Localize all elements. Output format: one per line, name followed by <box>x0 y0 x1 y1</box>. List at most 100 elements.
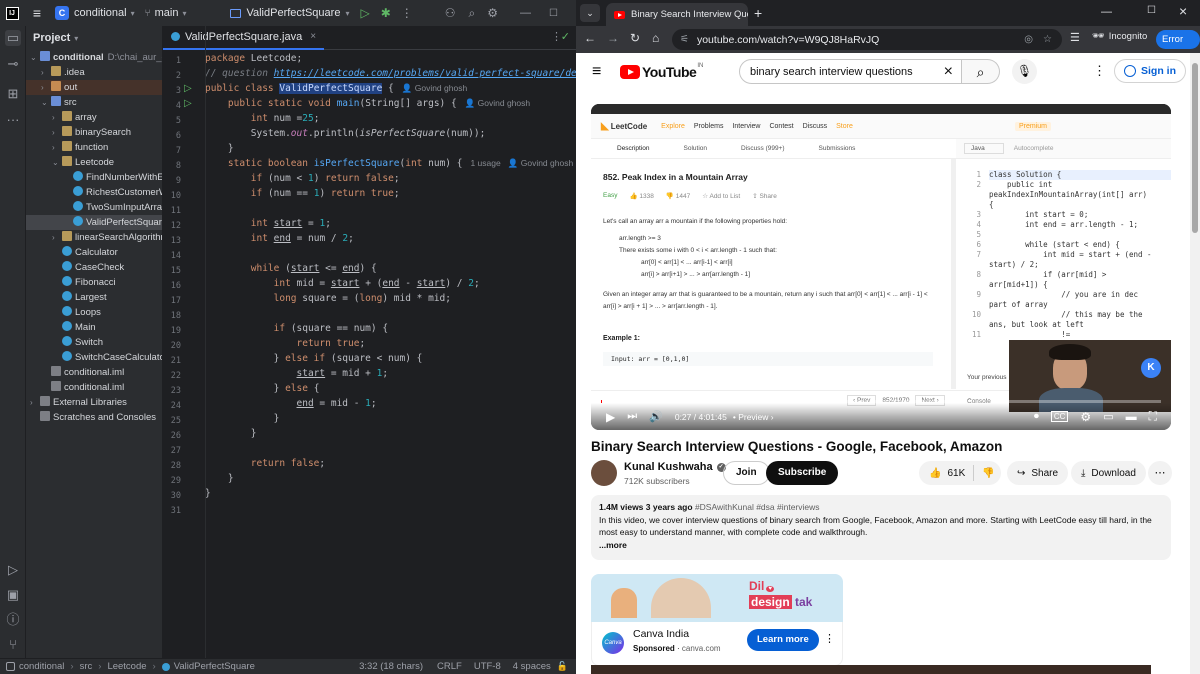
maximize-icon[interactable]: ☐ <box>1147 5 1156 16</box>
back-icon[interactable]: ← <box>584 31 596 45</box>
channel-avatar[interactable] <box>591 460 617 486</box>
project-tool-icon[interactable]: ▭ <box>5 30 21 46</box>
line-separator[interactable]: CRLF <box>437 661 462 672</box>
tree-item[interactable]: › linearSearchAlgorithm <box>26 230 162 245</box>
main-menu-icon[interactable]: ≡ <box>24 0 50 26</box>
chevron-down-icon[interactable]: ⌄ <box>41 95 51 110</box>
git-tool-icon[interactable]: ⑂ <box>5 637 21 653</box>
scrollbar-thumb[interactable] <box>1192 63 1198 233</box>
file-encoding[interactable]: UTF-8 <box>474 661 501 672</box>
settings-dots-icon[interactable]: ⋮ <box>1093 63 1106 79</box>
close-window-icon[interactable]: × <box>1179 3 1187 19</box>
tree-item[interactable]: ⌄ src <box>26 95 162 110</box>
add-user-icon[interactable]: ⚇ <box>438 0 463 26</box>
terminal-tool-icon[interactable]: ▣ <box>5 587 21 603</box>
chevron-down-icon[interactable]: ⌄ <box>52 155 62 170</box>
minimize-icon[interactable]: — <box>510 0 541 26</box>
caret-position[interactable]: 3:32 (18 chars) <box>359 661 423 672</box>
chevron-right-icon[interactable]: › <box>52 230 62 245</box>
run-icon[interactable]: ▷ <box>354 0 375 26</box>
tree-item[interactable]: CaseCheck <box>26 260 162 275</box>
bookmark-star-icon[interactable]: ☆ <box>1043 34 1052 45</box>
status-crumb-project[interactable]: conditional <box>19 661 64 672</box>
subtitles-icon[interactable]: CC <box>1050 411 1069 422</box>
show-more-link[interactable]: ...more <box>599 539 1163 552</box>
ad-learn-more-button[interactable]: Learn more <box>747 629 819 651</box>
like-count[interactable]: 61K <box>947 468 965 479</box>
tab-youtube[interactable]: Binary Search Interview Questio × <box>606 3 748 26</box>
tree-item[interactable]: RichestCustomerWealth <box>26 185 162 200</box>
settings-gear-icon[interactable]: ⚙ <box>481 0 504 26</box>
canva-logo[interactable]: Canva <box>602 632 624 654</box>
theater-mode-icon[interactable]: ▬ <box>1126 411 1137 423</box>
voice-search-icon[interactable]: 🎙 <box>1012 59 1037 84</box>
ad-menu-icon[interactable]: ⋮ <box>824 632 835 645</box>
editor-more-icon[interactable]: ⋮ <box>551 30 562 43</box>
tree-item[interactable]: › array <box>26 110 162 125</box>
tree-item[interactable]: conditional.iml <box>26 380 162 395</box>
next-video-icon[interactable]: ⏭ <box>627 410 637 423</box>
tracking-off-icon[interactable]: ◎ <box>1024 34 1033 45</box>
incognito-indicator[interactable]: 🕶 Incognito <box>1092 31 1147 42</box>
tree-item[interactable]: Largest <box>26 290 162 305</box>
search-button[interactable]: ⌕ <box>962 59 1000 84</box>
tree-item[interactable]: conditional.iml <box>26 365 162 380</box>
more-actions-icon[interactable]: ⋮ <box>396 0 418 26</box>
more-actions-icon[interactable]: ⋯ <box>1148 461 1172 485</box>
download-button[interactable]: ⤓ Download <box>1071 461 1146 485</box>
error-badge[interactable]: Error ⋮ <box>1156 30 1200 64</box>
like-icon[interactable]: 👍 <box>929 468 941 479</box>
reload-icon[interactable]: ↻ <box>630 31 640 45</box>
play-icon[interactable]: ▶ <box>606 410 615 424</box>
tree-item[interactable]: Scratches and Consoles <box>26 410 162 425</box>
tree-item[interactable]: Loops <box>26 305 162 320</box>
status-crumb-class[interactable]: ValidPerfectSquare <box>174 661 255 672</box>
tree-item[interactable]: › out <box>26 80 162 95</box>
maximize-icon[interactable]: ☐ <box>541 0 566 26</box>
chevron-right-icon[interactable]: › <box>30 395 40 410</box>
ad-banner[interactable]: Dil ♥ design tak <box>591 574 843 622</box>
tree-item[interactable]: › binarySearch <box>26 125 162 140</box>
tree-item[interactable]: ValidPerfectSquare <box>26 215 162 230</box>
hamburger-menu-icon[interactable]: ≡ <box>592 63 601 81</box>
lock-icon[interactable]: 🔓 <box>557 661 568 672</box>
tree-item[interactable]: ⌄ conditionalD:\chai_aur_code <box>26 50 162 65</box>
chapter-title[interactable]: • Preview › <box>733 412 774 422</box>
volume-icon[interactable]: 🔊 <box>649 410 663 423</box>
indent-setting[interactable]: 4 spaces <box>513 661 551 672</box>
page-scrollbar[interactable] <box>1190 53 1200 674</box>
sign-in-button[interactable]: Sign in <box>1114 59 1186 83</box>
tree-item[interactable]: › .idea <box>26 65 162 80</box>
commit-tool-icon[interactable]: ⊸ <box>5 56 21 72</box>
tree-item[interactable]: ⌄ Leetcode <box>26 155 162 170</box>
chevron-down-icon[interactable]: ⌄ <box>30 50 40 65</box>
site-info-icon[interactable]: ⚟ <box>680 34 689 45</box>
minimize-icon[interactable]: — <box>1101 6 1112 18</box>
search-icon[interactable]: ⌕ <box>463 0 482 26</box>
tab-validperfectsquare[interactable]: ValidPerfectSquare.java × <box>163 26 325 50</box>
autoplay-toggle-icon[interactable]: ⏺ <box>1034 411 1039 422</box>
home-icon[interactable]: ⌂ <box>652 31 659 45</box>
tree-item[interactable]: Calculator <box>26 245 162 260</box>
branch-switcher[interactable]: ⑂ main ▾ <box>140 0 192 26</box>
tree-item[interactable]: Fibonacci <box>26 275 162 290</box>
channel-name[interactable]: Kunal Kushwaha ✓ <box>624 461 726 473</box>
description-box[interactable]: 1.4M views 3 years ago #DSAwithKunal #ds… <box>591 495 1171 560</box>
new-tab-icon[interactable]: + <box>754 5 762 21</box>
debug-icon[interactable]: ✱ <box>376 0 396 26</box>
chevron-right-icon[interactable]: › <box>52 110 62 125</box>
chevron-right-icon[interactable]: › <box>41 65 51 80</box>
status-crumb-package[interactable]: Leetcode <box>107 661 146 672</box>
dislike-icon[interactable]: 👎 <box>982 468 994 479</box>
chevron-right-icon[interactable]: › <box>41 80 51 95</box>
status-crumb-src[interactable]: src <box>80 661 93 672</box>
subscribe-button[interactable]: Subscribe <box>766 461 839 485</box>
tree-item[interactable]: TwoSumInputArray <box>26 200 162 215</box>
chevron-right-icon[interactable]: › <box>52 140 62 155</box>
tree-item[interactable]: Main <box>26 320 162 335</box>
project-panel-header[interactable]: Project ▾ <box>26 26 162 50</box>
video-player[interactable]: ◣ LeetCode Explore Problems Interview Contes… <box>591 104 1171 430</box>
code-area[interactable]: package Leetcode; // question https://lee… <box>205 51 576 516</box>
more-tools-icon[interactable]: ··· <box>5 112 21 128</box>
clear-search-icon[interactable]: × <box>944 63 953 81</box>
